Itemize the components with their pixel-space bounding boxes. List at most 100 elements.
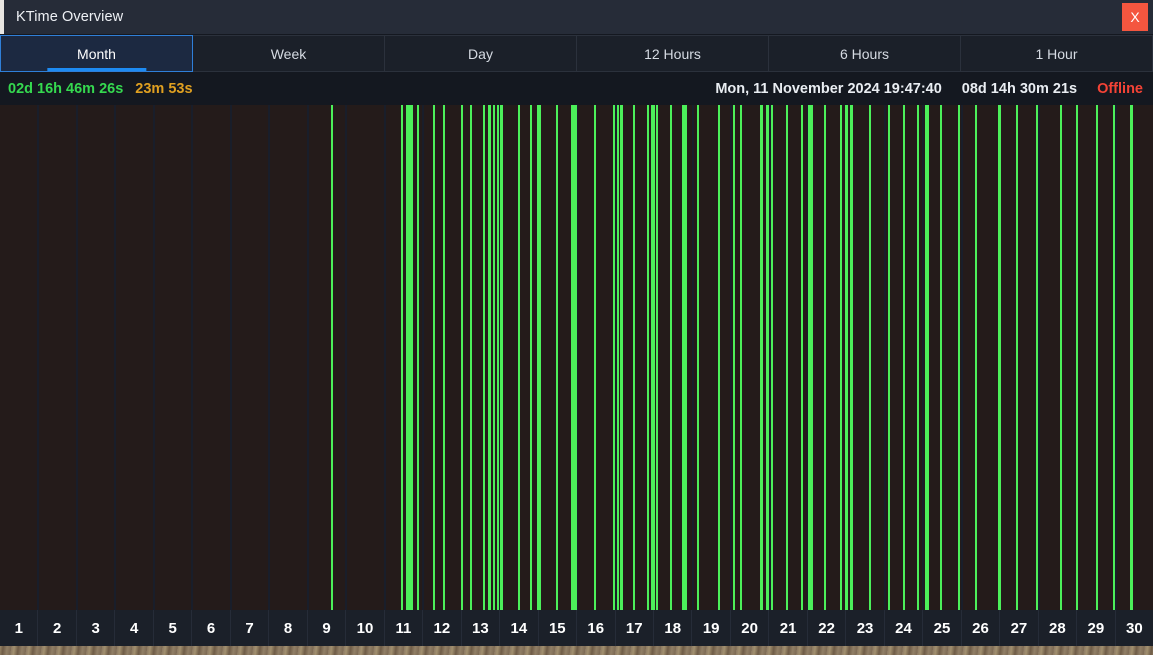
uptime-bar (470, 105, 472, 610)
uptime-bar (530, 105, 532, 610)
axis-day-label: 18 (654, 610, 693, 646)
uptime-bar (406, 105, 413, 610)
axis-day-label: 15 (539, 610, 578, 646)
uptime-bar (808, 105, 813, 610)
uptime-bar (845, 105, 848, 610)
axis-day-label: 30 (1125, 619, 1143, 637)
uptime-bar (647, 105, 649, 610)
uptime-bar (801, 105, 803, 610)
uptime-bar (651, 105, 655, 610)
current-datetime: Mon, 11 November 2024 19:47:40 (715, 80, 942, 97)
axis-day-label: 14 (500, 610, 539, 646)
uptime-bar (824, 105, 826, 610)
uptime-bar (888, 105, 890, 610)
close-icon[interactable]: X (1122, 3, 1148, 31)
axis-day-label: 22 (808, 610, 847, 646)
chart-gridline (191, 105, 193, 610)
uptime-bar (500, 105, 503, 610)
day-axis: 1 2 3 4 5 6 7 8 9 10 11 12 13 14 15 16 17 18 19 20 21 22 23 24 2… (0, 610, 1153, 646)
axis-day-label: 20 (731, 610, 770, 646)
axis-day-label: 26 (962, 610, 1001, 646)
uptime-bar (493, 105, 495, 610)
uptime-bar (740, 105, 742, 610)
chart-gridline (884, 105, 886, 610)
status-bar: 02d 16h 46m 26s 23m 53s Mon, 11 November… (0, 72, 1153, 105)
uptime-bar (461, 105, 463, 610)
uptime-bar (518, 105, 520, 610)
ktime-window: KTime Overview X Month Week Day 12 Hours… (0, 0, 1153, 646)
uptime-bar (417, 105, 419, 610)
uptime-bar (497, 105, 499, 610)
axis-day-label: 6 (192, 610, 231, 646)
axis-day-label: 28 (1039, 610, 1078, 646)
tab-week[interactable]: Week (193, 35, 385, 72)
chart-gridline (922, 105, 924, 610)
axis-day-label: 29 (1077, 610, 1116, 646)
tab-6-hours[interactable]: 6 Hours (769, 35, 961, 72)
axis-day-label: 2 (38, 610, 77, 646)
window-titlebar: KTime Overview X (0, 0, 1153, 34)
downtime-value: 08d 14h 30m 21s (961, 80, 1078, 97)
uptime-bar (850, 105, 853, 610)
axis-day-label: 25 (923, 610, 962, 646)
uptime-bar (1016, 105, 1018, 610)
uptime-bar (718, 105, 720, 610)
uptime-bar (1130, 105, 1133, 610)
status-left-group: 02d 16h 46m 26s 23m 53s (8, 81, 193, 97)
uptime-bar (617, 105, 619, 610)
uptime-bar (766, 105, 769, 610)
axis-day-label: 7 (231, 610, 270, 646)
status-right-group: Mon, 11 November 2024 19:47:40 08d 14h 3… (715, 81, 1143, 97)
uptime-bar (537, 105, 541, 610)
window-title: KTime Overview (16, 9, 124, 25)
uptime-bar (620, 105, 623, 610)
uptime-bar (443, 105, 445, 610)
uptime-bar (925, 105, 929, 610)
uptime-bar (670, 105, 672, 610)
axis-day-label: 27 (1000, 610, 1039, 646)
tab-1-hour[interactable]: 1 Hour (961, 35, 1153, 72)
uptime-bar (613, 105, 615, 610)
uptime-bar (483, 105, 485, 610)
uptime-bar (1113, 105, 1115, 610)
uptime-bar (771, 105, 773, 610)
uptime-bar (869, 105, 871, 610)
uptime-bar (903, 105, 905, 610)
chart-gridline (384, 105, 386, 610)
uptime-bar (682, 105, 687, 610)
axis-day-label: 23 (846, 610, 885, 646)
uptime-bar (786, 105, 788, 610)
tab-day[interactable]: Day (385, 35, 577, 72)
axis-day-label: 4 (115, 610, 154, 646)
uptime-bar (697, 105, 699, 610)
chart-gridline (114, 105, 116, 610)
uptime-bar (998, 105, 1001, 610)
uptime-bar (656, 105, 658, 610)
uptime-bar (733, 105, 735, 610)
axis-day-label: 11 (385, 610, 424, 646)
axis-day-label: 13 (462, 610, 501, 646)
uptime-total-value: 02d 16h 46m 26s (8, 80, 124, 97)
axis-day-label: 5 (154, 610, 193, 646)
uptime-bar (633, 105, 635, 610)
axis-day-label: 10 (346, 610, 385, 646)
uptime-bar (1060, 105, 1062, 610)
uptime-timeline-chart[interactable] (0, 105, 1153, 610)
axis-day-label: 17 (616, 610, 654, 646)
uptime-bar (433, 105, 435, 610)
chart-gridline (153, 105, 155, 610)
chart-gridline (692, 105, 694, 610)
uptime-bar (401, 105, 403, 610)
uptime-bar (958, 105, 960, 610)
chart-gridline (1115, 105, 1117, 610)
chart-gridline (37, 105, 39, 610)
tab-12-hours[interactable]: 12 Hours (577, 35, 769, 72)
uptime-bar (975, 105, 977, 610)
uptime-bar (1096, 105, 1098, 610)
axis-day-label: 9 (308, 610, 347, 646)
uptime-bar (917, 105, 919, 610)
tab-month[interactable]: Month (0, 35, 193, 72)
screen: KTime Overview X Month Week Day 12 Hours… (0, 0, 1153, 655)
uptime-bar (840, 105, 842, 610)
session-uptime-value: 23m 53s (135, 80, 193, 97)
